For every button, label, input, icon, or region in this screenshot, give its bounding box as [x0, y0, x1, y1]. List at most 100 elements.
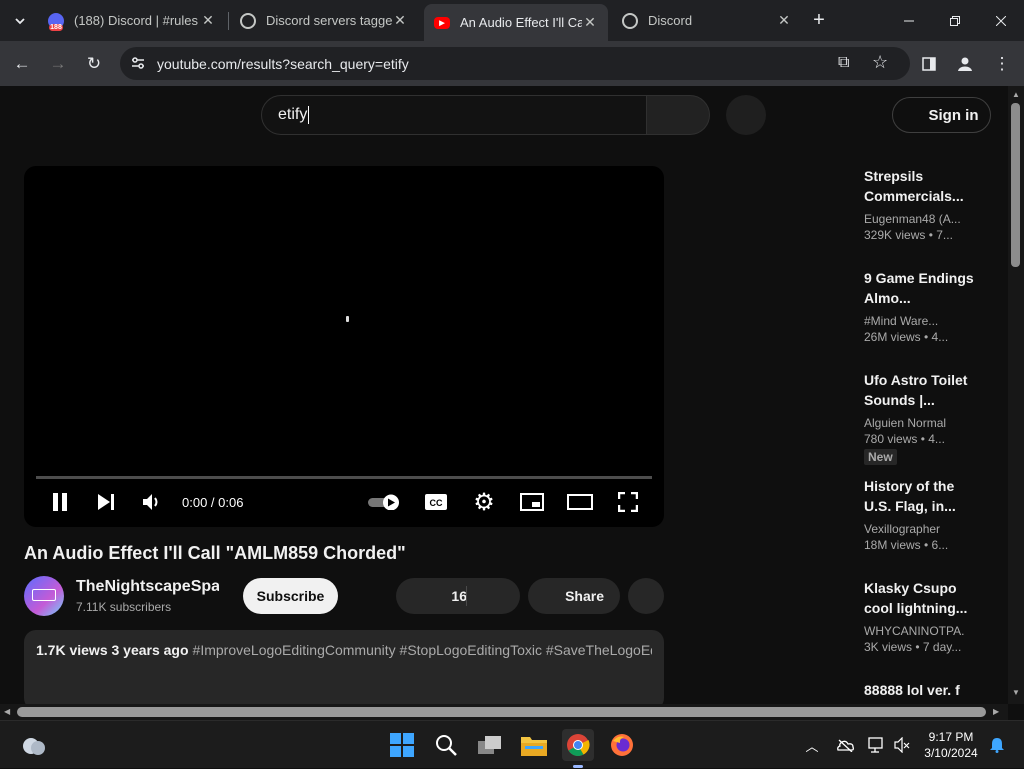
- start-button[interactable]: [386, 729, 418, 761]
- scroll-left-icon[interactable]: ◀: [4, 707, 10, 716]
- description-box[interactable]: 1.7K views 3 years ago #ImproveLogoEditin…: [24, 630, 664, 704]
- channel-avatar[interactable]: [24, 576, 64, 616]
- miniplayer-button[interactable]: [518, 484, 546, 520]
- rec-meta: 3K views • 7 day...: [864, 640, 962, 654]
- settings-button[interactable]: ⚙: [470, 484, 498, 520]
- close-window-button[interactable]: [978, 0, 1024, 41]
- view-date-meta: 1.7K views 3 years ago: [36, 642, 189, 658]
- side-panel-button[interactable]: [914, 49, 944, 79]
- recommendation-item[interactable]: 9 Game Endings Almo... #Mind Ware... 26M…: [864, 268, 974, 344]
- recommendation-item[interactable]: Ufo Astro Toilet Sounds |... Alguien Nor…: [864, 370, 974, 466]
- site-info-icon[interactable]: [130, 55, 146, 71]
- rec-meta: 26M views • 4...: [864, 330, 949, 344]
- channel-name[interactable]: TheNightscapeSpark: [76, 578, 219, 596]
- subscribe-button[interactable]: Subscribe: [243, 578, 338, 614]
- miniplayer-icon: [520, 493, 544, 511]
- progress-bar[interactable]: [36, 476, 652, 479]
- rec-channel: Vexillographer: [864, 522, 941, 536]
- search-input[interactable]: etify: [261, 95, 647, 135]
- reload-icon: ↻: [86, 54, 102, 73]
- minimize-button[interactable]: [886, 0, 932, 41]
- recommendation-item[interactable]: 88888 lol ver. f: [864, 680, 974, 704]
- globe-icon: [622, 12, 638, 29]
- recommendation-item[interactable]: Strepsils Commercials... Eugenman48 (A..…: [864, 166, 974, 242]
- rec-title: History of the U.S. Flag, in...: [864, 478, 956, 514]
- rec-meta: 18M views • 6...: [864, 538, 949, 552]
- tab-discord-rules[interactable]: 188 (188) Discord | #rules | ✕: [38, 4, 226, 37]
- show-hidden-icons[interactable]: ︿: [800, 721, 824, 769]
- firefox-taskbar-button[interactable]: [606, 729, 638, 761]
- fullscreen-icon: [618, 492, 638, 512]
- arrow-right-icon: →: [49, 54, 67, 73]
- horizontal-scrollbar[interactable]: ◀ ▶: [0, 704, 1008, 720]
- scroll-up-icon[interactable]: ▲: [1012, 90, 1020, 99]
- chevron-down-icon: [15, 17, 25, 24]
- chevron-up-icon: ︿: [805, 738, 819, 754]
- autoplay-toggle[interactable]: [368, 484, 402, 520]
- video-player[interactable]: 0:00 / 0:06 CC ⚙: [24, 166, 664, 527]
- profile-button[interactable]: [950, 49, 980, 79]
- voice-search-button[interactable]: [726, 95, 766, 135]
- reload-button[interactable]: ↻: [79, 49, 109, 79]
- sign-in-button[interactable]: Sign in: [892, 97, 991, 133]
- recommendation-item[interactable]: History of the U.S. Flag, in... Vexillog…: [864, 476, 974, 552]
- theater-mode-button[interactable]: [566, 484, 594, 520]
- tab-title: An Audio Effect I'll Call: [460, 15, 582, 30]
- close-tab-icon[interactable]: ✕: [776, 12, 792, 29]
- rec-meta: 329K views • 7...: [864, 228, 953, 242]
- volume-button[interactable]: [136, 484, 168, 520]
- share-button[interactable]: Share: [528, 578, 620, 614]
- notifications-button[interactable]: [986, 721, 1008, 769]
- forward-button[interactable]: →: [43, 49, 73, 79]
- tab-search-button[interactable]: [4, 0, 36, 41]
- scrollbar-thumb[interactable]: [1011, 103, 1020, 267]
- chrome-taskbar-button[interactable]: [562, 729, 594, 768]
- captions-icon: CC: [425, 494, 447, 510]
- new-tab-button[interactable]: +: [802, 0, 836, 41]
- close-tab-icon[interactable]: ✕: [392, 12, 408, 29]
- next-button[interactable]: [90, 484, 122, 520]
- weather-widget[interactable]: [18, 729, 50, 761]
- dislike-button[interactable]: [467, 578, 520, 614]
- fullscreen-button[interactable]: [614, 484, 642, 520]
- install-app-icon[interactable]: ⧉: [838, 54, 849, 72]
- volume-tray-icon[interactable]: [892, 721, 912, 769]
- text-cursor: [308, 106, 310, 124]
- recommendation-item[interactable]: Klasky Csupo cool lightning... WHYCANINO…: [864, 578, 974, 654]
- tab-discord[interactable]: Discord ✕: [612, 4, 802, 37]
- restore-button[interactable]: [932, 0, 978, 41]
- captions-button[interactable]: CC: [422, 484, 450, 520]
- pause-button[interactable]: [44, 484, 76, 520]
- rec-meta: 780 views • 4...: [864, 432, 945, 446]
- hashtags[interactable]: #ImproveLogoEditingCommunity #StopLogoEd…: [193, 642, 652, 658]
- video-title: An Audio Effect I'll Call "AMLM859 Chord…: [24, 543, 406, 563]
- clock-time: 9:17 PM: [928, 730, 974, 744]
- tab-separator: [228, 12, 229, 30]
- file-explorer-button[interactable]: [518, 729, 550, 761]
- scroll-right-icon[interactable]: ▶: [993, 707, 999, 716]
- search-button[interactable]: [646, 95, 710, 135]
- tab-discord-servers[interactable]: Discord servers tagged ✕: [230, 4, 418, 37]
- plus-icon: +: [813, 9, 825, 31]
- search-taskbar-button[interactable]: [430, 729, 462, 761]
- address-bar[interactable]: youtube.com/results?search_query=etify ⧉…: [120, 47, 910, 80]
- rec-title: Ufo Astro Toilet Sounds |...: [864, 372, 968, 408]
- bookmark-star-icon[interactable]: ☆: [872, 52, 888, 73]
- rec-title: Strepsils Commercials...: [864, 168, 964, 204]
- clock[interactable]: 9:17 PM 3/10/2024: [918, 721, 984, 769]
- network-tray-icon[interactable]: [866, 721, 888, 769]
- task-view-button[interactable]: [474, 729, 506, 761]
- onedrive-tray-icon[interactable]: [834, 721, 856, 769]
- close-tab-icon[interactable]: ✕: [200, 12, 216, 29]
- more-vert-icon: ⋮: [993, 54, 1011, 73]
- scroll-down-icon[interactable]: ▼: [1012, 688, 1020, 697]
- back-button[interactable]: ←: [7, 49, 37, 79]
- tab-youtube-video[interactable]: ▶ An Audio Effect I'll Call ✕: [424, 4, 608, 41]
- close-tab-icon[interactable]: ✕: [582, 14, 598, 31]
- like-button[interactable]: 16: [396, 578, 520, 614]
- chrome-menu-button[interactable]: ⋮: [987, 49, 1017, 79]
- rec-channel: Eugenman48 (A...: [864, 212, 961, 226]
- more-actions-button[interactable]: [628, 578, 664, 614]
- vertical-scrollbar[interactable]: ▲ ▼: [1008, 86, 1024, 704]
- scrollbar-thumb[interactable]: [17, 707, 986, 717]
